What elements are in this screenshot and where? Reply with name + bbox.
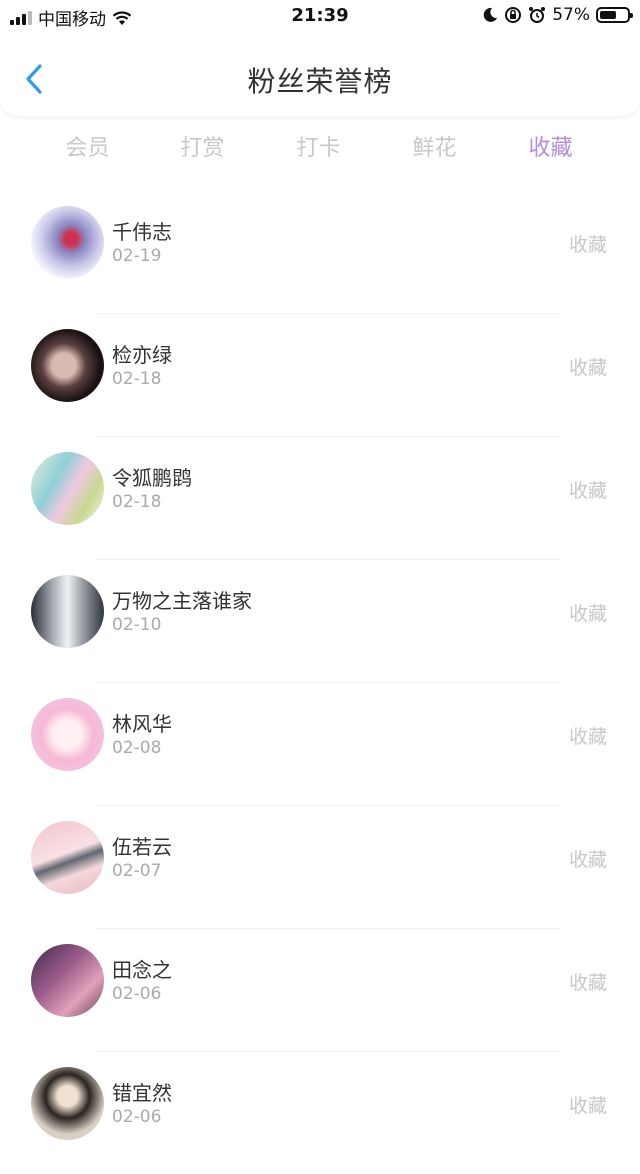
battery-percent: 57%: [552, 5, 590, 25]
divider: [96, 805, 560, 806]
list-item[interactable]: 伍若云 02-07 收藏: [0, 805, 640, 928]
status-right: 57%: [482, 5, 633, 25]
moon-icon: [483, 7, 498, 22]
avatar: [31, 1067, 104, 1140]
tab-checkin[interactable]: 打卡: [261, 130, 376, 162]
list-item[interactable]: 千伟志 02-19 收藏: [0, 190, 640, 313]
divider: [96, 559, 560, 560]
fan-date: 02-19: [112, 246, 162, 266]
page-title: 粉丝荣誉榜: [247, 65, 393, 98]
fan-name: 千伟志: [112, 220, 172, 244]
favorite-label: 收藏: [568, 726, 607, 748]
list-item[interactable]: 田念之 02-06 收藏: [0, 928, 640, 1051]
fan-date: 02-06: [112, 984, 162, 1004]
list-item[interactable]: 检亦绿 02-18 收藏: [0, 313, 640, 436]
fan-date: 02-10: [112, 615, 162, 635]
tab-bar: 会员 打赏 打卡 鲜花 收藏: [0, 122, 640, 172]
alarm-icon: [529, 7, 546, 23]
fan-date: 02-06: [112, 1107, 162, 1127]
avatar: [31, 206, 104, 279]
avatar: [31, 698, 104, 771]
avatar: [31, 821, 104, 894]
fan-name: 检亦绿: [112, 343, 172, 367]
favorite-label: 收藏: [568, 234, 607, 256]
fan-date: 02-18: [112, 492, 162, 512]
fan-list: 千伟志 02-19 收藏 检亦绿 02-18 收藏 令狐鹏鹍 02-18 收藏 …: [0, 190, 640, 1174]
divider: [96, 436, 560, 437]
favorite-label: 收藏: [568, 480, 607, 502]
list-item[interactable]: 令狐鹏鹍 02-18 收藏: [0, 436, 640, 559]
fan-date: 02-07: [112, 861, 162, 881]
avatar: [31, 329, 104, 402]
tab-reward[interactable]: 打赏: [145, 130, 260, 162]
fan-name: 万物之主落谁家: [112, 589, 252, 613]
tab-member[interactable]: 会员: [30, 130, 145, 162]
status-bar: 中国移动 21:39 57%: [0, 0, 640, 32]
fan-name: 错宜然: [112, 1081, 172, 1105]
avatar: [31, 452, 104, 525]
divider: [96, 1051, 560, 1052]
fan-name: 伍若云: [112, 835, 172, 859]
favorite-label: 收藏: [568, 1095, 607, 1117]
divider: [96, 313, 560, 314]
favorite-label: 收藏: [568, 603, 607, 625]
fan-name: 令狐鹏鹍: [112, 466, 192, 490]
tab-favorites[interactable]: 收藏: [493, 130, 608, 162]
favorite-label: 收藏: [568, 972, 607, 994]
battery-icon: [596, 7, 633, 23]
list-item[interactable]: 万物之主落谁家 02-10 收藏: [0, 559, 640, 682]
navigation-bar: 粉丝荣誉榜: [0, 40, 640, 116]
fan-name: 林风华: [112, 712, 172, 736]
fan-date: 02-18: [112, 369, 162, 389]
list-item[interactable]: 林风华 02-08 收藏: [0, 682, 640, 805]
divider: [96, 928, 560, 929]
favorite-label: 收藏: [568, 357, 607, 379]
divider: [96, 682, 560, 683]
avatar: [31, 944, 104, 1017]
tab-flowers[interactable]: 鲜花: [377, 130, 492, 162]
favorite-label: 收藏: [568, 849, 607, 871]
list-item[interactable]: 错宜然 02-06 收藏: [0, 1051, 640, 1174]
avatar: [31, 575, 104, 648]
rotation-lock-icon: [505, 7, 522, 23]
fan-date: 02-08: [112, 738, 162, 758]
fan-name: 田念之: [112, 958, 172, 982]
